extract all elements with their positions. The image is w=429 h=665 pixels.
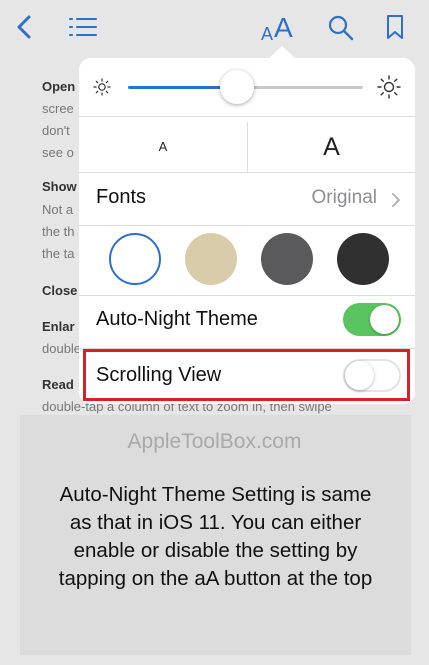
text-size-large-a: A [274,12,293,43]
chevron-left-icon[interactable] [14,14,34,40]
theme-night-swatch[interactable] [337,233,389,285]
theme-gray-swatch[interactable] [261,233,313,285]
bg-heading-show: Show [42,179,77,194]
scrolling-view-highlight [83,349,410,401]
bg-line: Not a [42,202,74,217]
bg-heading-open: Open [42,79,76,94]
caption-line: tapping on the aA button at the top [58,567,373,590]
caption-line: enable or disable the setting by [73,539,358,562]
separator [79,116,415,117]
sun-large-icon [377,75,401,99]
decrease-font-button[interactable]: A [79,122,247,172]
caption-line: as that in iOS 11. You can either [69,511,362,534]
theme-white-swatch[interactable] [109,233,161,285]
sun-small-icon [93,78,111,96]
watermark-text: AppleToolBox.com [127,430,302,453]
separator [79,225,415,226]
list-icon[interactable] [68,16,98,38]
increase-font-button[interactable]: A [248,122,415,172]
search-icon[interactable] [328,15,354,41]
bg-line: the th [42,224,75,239]
fonts-row[interactable]: Fonts Original [79,173,415,225]
text-size-button[interactable]: A A [260,10,296,44]
toggle-knob [370,305,399,334]
fonts-label: Fonts [96,186,147,208]
bg-line: see o [42,145,74,160]
bg-line: double [42,341,82,356]
bg-heading-read: Read [42,377,74,392]
text-size-small-a: A [261,24,274,44]
auto-night-theme-label: Auto-Night Theme [96,308,258,330]
bg-line: the ta [42,246,75,261]
caption-line: Auto-Night Theme Setting is same [59,483,372,506]
theme-sepia-swatch[interactable] [185,233,237,285]
fonts-value: Original [311,187,377,208]
brightness-slider-thumb[interactable] [220,70,254,104]
bg-line: scree [42,101,74,116]
bg-heading-close: Close [42,283,78,298]
chevron-right-icon [392,193,400,207]
bg-heading-enlarge: Enlar [42,319,75,334]
separator [79,295,415,296]
brightness-slider-track[interactable] [253,86,363,89]
auto-night-theme-toggle[interactable] [343,303,401,336]
bookmark-icon[interactable] [386,14,404,40]
caption-text: Auto-Night Theme Setting is same as that… [20,481,411,593]
bg-line: don't [42,123,70,138]
